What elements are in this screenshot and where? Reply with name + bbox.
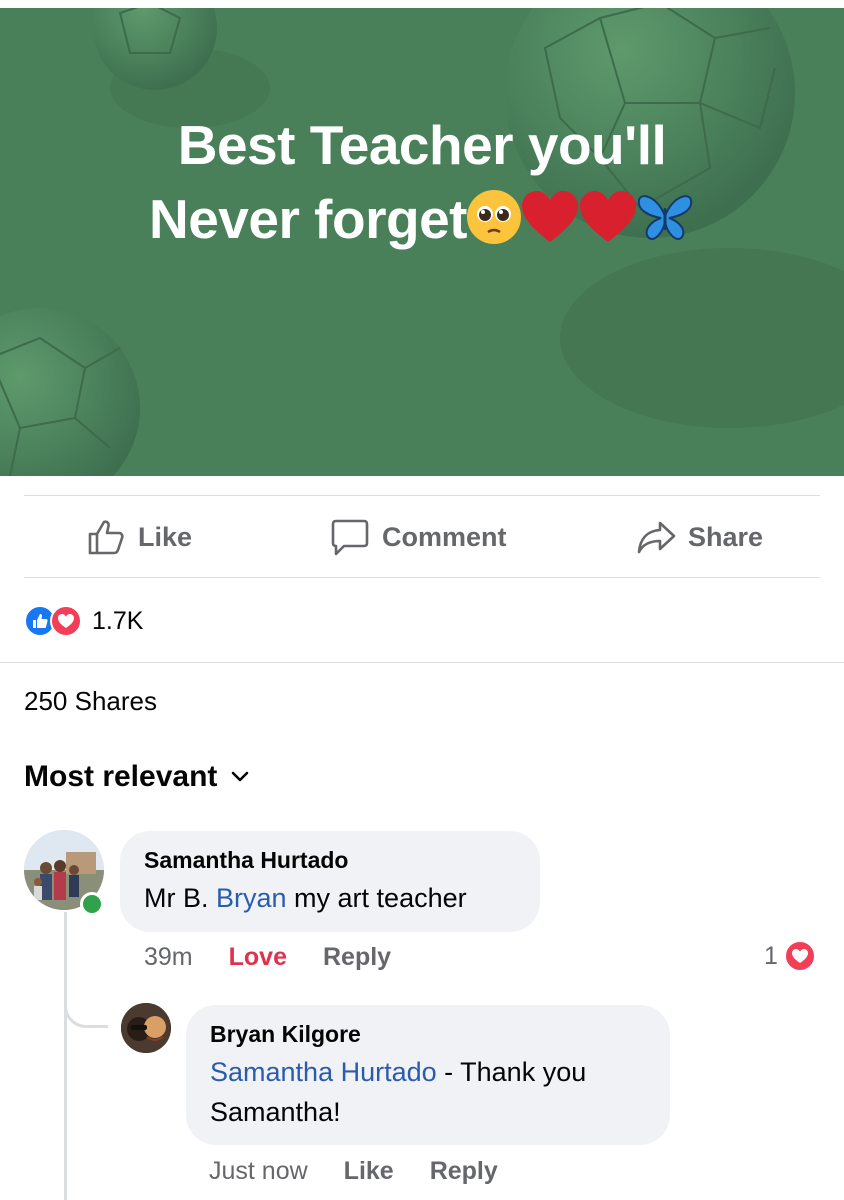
mention-link[interactable]: Bryan [216,883,287,913]
comment-label: Comment [382,521,507,552]
post-image[interactable]: Best Teacher you'll Never forget [0,8,844,476]
thread-connector [64,990,108,1028]
avatar[interactable] [121,1003,171,1053]
love-reaction-button[interactable]: Love [229,943,287,972]
comment-text-prefix: Mr B. [144,883,216,913]
reactions-summary[interactable]: 1.7K [24,602,143,640]
thumbs-up-icon [88,520,124,555]
love-reaction-icon [783,940,816,972]
reply-author[interactable]: Bryan Kilgore [210,1021,646,1048]
thread-line [64,912,67,1200]
reply-bubble[interactable]: Bryan Kilgore Samantha Hurtado - Thank y… [186,1005,670,1145]
like-label: Like [138,521,193,552]
comment-reaction-number: 1 [764,941,778,970]
online-status-dot [80,892,104,916]
reply-button[interactable]: Reply [430,1157,498,1186]
comment-sort-dropdown[interactable]: Most relevant [24,760,249,794]
like-button[interactable]: Like [86,497,192,577]
divider [24,577,820,578]
chevron-down-icon [232,771,249,782]
reply-button[interactable]: Reply [323,943,391,972]
comment-reaction-count[interactable]: 1 [764,940,816,972]
comment-text-suffix: my art teacher [286,883,467,913]
avatar-photo [121,1003,171,1053]
comment-bubble[interactable]: Samantha Hurtado Mr B. Bryan my art teac… [120,831,540,932]
sort-label: Most relevant [24,760,218,793]
reply-timestamp[interactable]: Just now [209,1157,308,1186]
comment-author[interactable]: Samantha Hurtado [144,847,516,874]
comment-meta: 39m Love Reply [144,943,427,972]
pleading-face-emoji [466,190,521,244]
divider [24,495,820,496]
red-heart-emoji [521,191,578,242]
share-button[interactable]: Share [636,497,763,577]
comment-text: Mr B. Bryan my art teacher [144,878,516,918]
post-title-line1: Best Teacher you'll [177,114,667,176]
red-heart-emoji [579,191,636,242]
reply-text-line2: Samantha! [210,1097,341,1127]
love-reaction-icon [50,605,82,637]
post-action-bar: Like Comment Share [0,497,844,577]
share-arrow-icon [637,521,676,554]
like-button[interactable]: Like [344,1157,394,1186]
comment-icon [331,519,369,556]
comment-button[interactable]: Comment [330,497,507,577]
comment-timestamp[interactable]: 39m [144,943,193,972]
post-title: Best Teacher you'll Never forget [0,108,844,256]
share-count[interactable]: 250 Shares [24,686,157,717]
blue-butterfly-emoji [637,195,693,240]
reply-meta: Just now Like Reply [209,1157,534,1186]
title-emojis [466,188,695,246]
mention-link[interactable]: Samantha Hurtado [210,1057,437,1087]
post-title-line2: Never forget [149,188,467,250]
share-label: Share [688,521,764,552]
divider [0,662,844,663]
reaction-count: 1.7K [92,606,144,635]
reply-text: Samantha Hurtado - Thank you [210,1052,646,1092]
reply-text-suffix: - Thank you [436,1057,587,1087]
